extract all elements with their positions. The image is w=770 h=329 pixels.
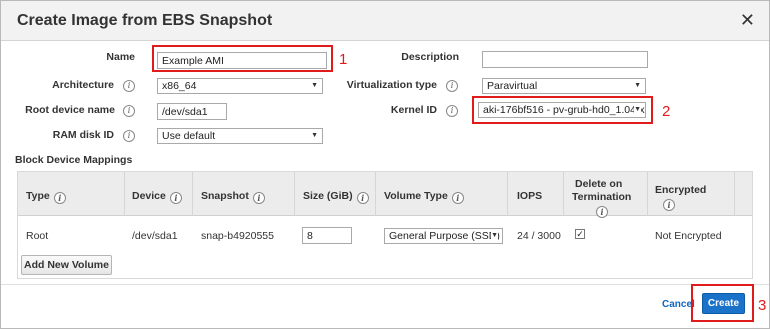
close-icon[interactable]: ✕: [740, 11, 755, 29]
root-device-name-label: Root device name: [25, 104, 115, 116]
column-volume-type: Volume Type i: [384, 190, 464, 204]
virtualization-type-value: Paravirtual: [487, 80, 538, 92]
column-divider: [563, 172, 564, 216]
column-delete-line1: Delete on: [575, 178, 623, 190]
info-icon[interactable]: i: [451, 192, 464, 204]
chevron-down-icon: ▼: [311, 132, 318, 139]
info-icon[interactable]: i: [123, 130, 135, 142]
info-icon[interactable]: i: [123, 105, 135, 117]
column-divider: [375, 172, 376, 216]
column-divider: [647, 172, 648, 216]
column-type: Type i: [26, 190, 66, 204]
cell-encrypted: Not Encrypted: [655, 230, 722, 242]
column-snapshot: Snapshot i: [201, 190, 265, 204]
info-icon[interactable]: i: [123, 80, 135, 92]
info-icon[interactable]: i: [356, 192, 369, 204]
create-image-dialog: Create Image from EBS Snapshot ✕ Name 1 …: [0, 0, 770, 329]
column-divider: [294, 172, 295, 216]
column-divider: [507, 172, 508, 216]
column-encrypted-label: Encrypted: [655, 184, 707, 196]
root-device-name-input[interactable]: [157, 103, 227, 120]
column-delete-on-termination: Delete on Termination i: [572, 178, 631, 218]
column-delete-line2: Termination: [572, 191, 632, 203]
column-divider: [124, 172, 125, 216]
info-icon[interactable]: i: [446, 80, 458, 92]
name-label: Name: [106, 51, 135, 63]
cell-snapshot: snap-b4920555: [201, 230, 274, 242]
architecture-select[interactable]: x86_64 ▼: [157, 78, 323, 94]
cancel-link[interactable]: Cancel: [662, 299, 695, 310]
size-input[interactable]: [302, 227, 352, 244]
highlight-box-2: [472, 96, 653, 124]
annotation-number-2: 2: [662, 103, 671, 120]
chevron-down-icon: ▼: [311, 82, 318, 89]
column-device: Device i: [132, 190, 182, 204]
chevron-down-icon: ▼: [491, 230, 498, 242]
info-icon[interactable]: i: [596, 206, 608, 218]
dialog-title: Create Image from EBS Snapshot: [17, 12, 273, 29]
add-new-volume-button[interactable]: Add New Volume: [21, 255, 112, 275]
volume-type-value: General Purpose (SSD): [389, 230, 500, 242]
volume-type-select[interactable]: General Purpose (SSD) ▼: [384, 228, 503, 244]
cell-type: Root: [26, 230, 49, 242]
delete-on-termination-checkbox[interactable]: ✓: [575, 229, 585, 239]
info-icon[interactable]: i: [663, 199, 675, 211]
ram-disk-id-select[interactable]: Use default ▼: [157, 128, 323, 144]
info-icon[interactable]: i: [53, 192, 66, 204]
block-device-table: Type i Device i Snapshot i Size (GiB) i Volu…: [17, 171, 753, 279]
annotation-number-3: 3: [758, 297, 767, 314]
description-input[interactable]: [482, 51, 648, 68]
highlight-box-1: [152, 45, 333, 72]
ram-disk-id-label: RAM disk ID: [52, 129, 114, 141]
cell-device: /dev/sda1: [132, 230, 178, 242]
cell-iops: 24 / 3000: [517, 230, 561, 242]
column-divider: [734, 172, 735, 216]
column-divider: [192, 172, 193, 216]
chevron-down-icon: ▼: [634, 82, 641, 89]
architecture-label: Architecture: [52, 79, 114, 91]
annotation-number-1: 1: [339, 51, 348, 68]
column-iops: IOPS: [517, 190, 543, 202]
info-icon[interactable]: i: [252, 192, 265, 204]
info-icon[interactable]: i: [169, 192, 182, 204]
architecture-value: x86_64: [162, 80, 197, 92]
column-encrypted: Encrypted i: [655, 184, 706, 211]
kernel-id-label: Kernel ID: [390, 104, 437, 116]
highlight-box-3: [691, 284, 754, 322]
table-header: Type i Device i Snapshot i Size (GiB) i Volu…: [18, 172, 752, 218]
column-size: Size (GiB) i: [303, 190, 369, 204]
virtualization-type-select[interactable]: Paravirtual ▼: [482, 78, 646, 94]
virtualization-type-label: Virtualization type: [346, 79, 437, 91]
info-icon[interactable]: i: [446, 105, 458, 117]
block-device-mappings-title: Block Device Mappings: [15, 154, 133, 166]
description-label: Description: [401, 51, 459, 63]
footer-divider: [1, 284, 769, 285]
ram-disk-id-value: Use default: [162, 130, 216, 142]
dialog-header: Create Image from EBS Snapshot ✕: [1, 1, 769, 41]
